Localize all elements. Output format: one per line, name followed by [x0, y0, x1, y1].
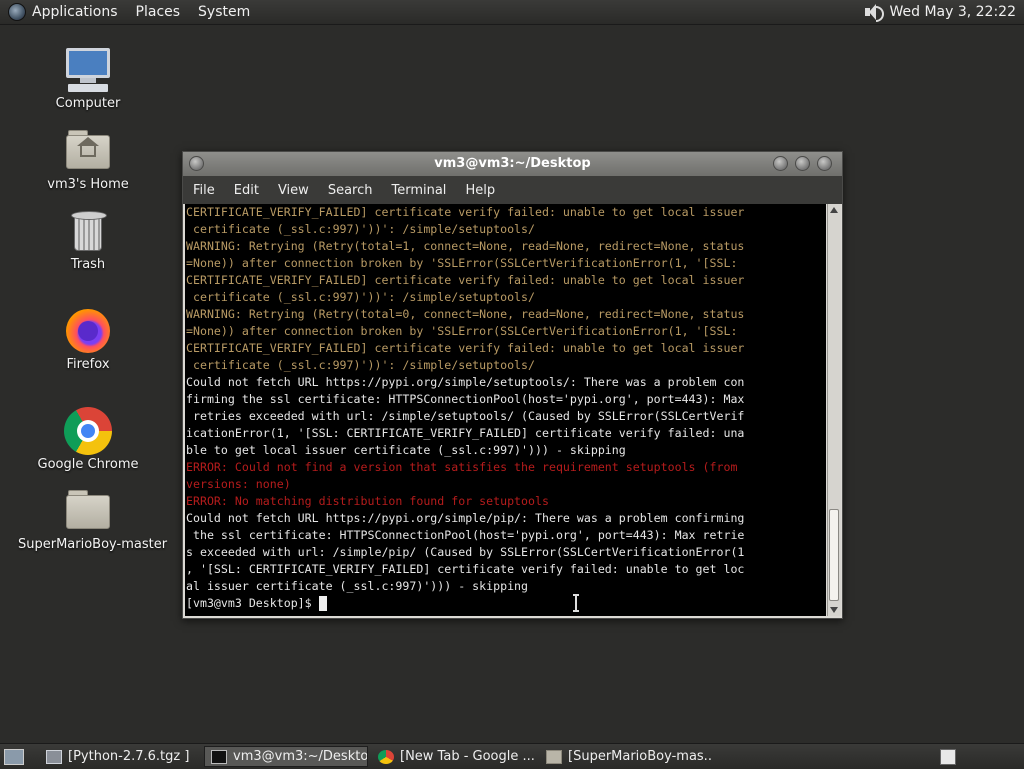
menu-file[interactable]: File: [193, 183, 215, 198]
terminal-scrollbar[interactable]: [827, 204, 841, 616]
top-panel: Applications Places System Wed May 3, 22…: [0, 0, 1024, 25]
terminal-line: certificate (_ssl.c:997)'))': /simple/se…: [186, 358, 536, 372]
home-folder-icon: [64, 127, 112, 175]
terminal-menubar: File Edit View Search Terminal Help: [183, 176, 842, 204]
desktop-icon-computer[interactable]: Computer: [18, 46, 158, 111]
places-menu[interactable]: Places: [136, 4, 181, 20]
terminal-icon: [211, 749, 227, 764]
minimize-button[interactable]: [773, 156, 788, 171]
task-chrome[interactable]: [New Tab - Google ...: [372, 746, 536, 767]
terminal-line: WARNING: Retrying (Retry(total=0, connec…: [186, 307, 745, 321]
terminal-line: the ssl certificate: HTTPSConnectionPool…: [186, 528, 745, 542]
terminal-line: =None)) after connection broken by 'SSLE…: [186, 324, 738, 338]
terminal-line: Could not fetch URL https://pypi.org/sim…: [186, 511, 745, 525]
terminal-line: CERTIFICATE_VERIFY_FAILED] certificate v…: [186, 205, 745, 219]
window-menu-button[interactable]: [189, 156, 204, 171]
terminal-lines: CERTIFICATE_VERIFY_FAILED] certificate v…: [185, 204, 826, 595]
terminal-line: versions: none): [186, 477, 291, 491]
terminal-line: ERROR: Could not find a version that sat…: [186, 460, 738, 474]
task-python-archive[interactable]: [Python-2.7.6.tgz ]: [40, 746, 200, 767]
clock[interactable]: Wed May 3, 22:22: [889, 4, 1016, 20]
desktop-icon-label: Firefox: [66, 357, 110, 372]
window-title: vm3@vm3:~/Desktop: [434, 156, 591, 171]
terminal-line: ble to get local issuer certificate (_ss…: [186, 443, 626, 457]
terminal-line: certificate (_ssl.c:997)'))': /simple/se…: [186, 290, 536, 304]
desktop-icon-firefox[interactable]: Firefox: [18, 307, 158, 372]
scrollbar-thumb[interactable]: [829, 509, 839, 601]
desktop-icon-home[interactable]: vm3's Home: [18, 127, 158, 192]
desktop-icon-chrome[interactable]: Google Chrome: [18, 407, 158, 472]
prompt-line[interactable]: [vm3@vm3 Desktop]$: [185, 595, 826, 612]
firefox-icon: [64, 307, 112, 355]
shell-prompt: [vm3@vm3 Desktop]$: [186, 596, 319, 610]
menu-view[interactable]: View: [278, 183, 309, 198]
desktop-icon-trash[interactable]: Trash: [18, 207, 158, 272]
desktop-icon-label: Computer: [55, 96, 121, 111]
terminal-line: icationError(1, '[SSL: CERTIFICATE_VERIF…: [186, 426, 745, 440]
task-label: [New Tab - Google ...: [400, 749, 535, 764]
desktop-icon-label: Google Chrome: [37, 457, 139, 472]
task-label: vm3@vm3:~/Desktop: [233, 749, 368, 764]
maximize-button[interactable]: [795, 156, 810, 171]
terminal-line: =None)) after connection broken by 'SSLE…: [186, 256, 738, 270]
task-label: [Python-2.7.6.tgz ]: [68, 749, 190, 764]
terminal-window[interactable]: vm3@vm3:~/Desktop File Edit View Search …: [182, 151, 843, 619]
text-cursor: [318, 596, 327, 611]
terminal-line: al issuer certificate (_ssl.c:997)'))) -…: [186, 579, 529, 593]
menu-terminal[interactable]: Terminal: [391, 183, 446, 198]
terminal-line: CERTIFICATE_VERIFY_FAILED] certificate v…: [186, 273, 745, 287]
window-titlebar[interactable]: vm3@vm3:~/Desktop: [183, 152, 842, 176]
close-button[interactable]: [817, 156, 832, 171]
gnome-menu-icon[interactable]: [8, 3, 26, 21]
desktop-icon-supermarioboy[interactable]: SuperMarioBoy-master: [18, 487, 168, 552]
ibeam-cursor-icon: [573, 594, 579, 612]
menu-search[interactable]: Search: [328, 183, 373, 198]
chrome-icon: [378, 749, 394, 764]
trash-icon: [64, 207, 112, 255]
show-desktop-icon[interactable]: [4, 748, 24, 765]
volume-icon[interactable]: [863, 3, 885, 22]
scroll-up-arrow-icon[interactable]: [830, 207, 838, 213]
menu-edit[interactable]: Edit: [234, 183, 259, 198]
task-terminal[interactable]: vm3@vm3:~/Desktop: [204, 746, 368, 767]
terminal-line: ERROR: No matching distribution found fo…: [186, 494, 549, 508]
terminal-line: retries exceeded with url: /simple/setup…: [186, 409, 745, 423]
terminal-output[interactable]: CERTIFICATE_VERIFY_FAILED] certificate v…: [185, 204, 826, 616]
menu-help[interactable]: Help: [465, 183, 495, 198]
scroll-down-arrow-icon[interactable]: [830, 607, 838, 613]
bottom-panel: [Python-2.7.6.tgz ] vm3@vm3:~/Desktop [N…: [0, 743, 1024, 769]
terminal-line: , '[SSL: CERTIFICATE_VERIFY_FAILED] cert…: [186, 562, 745, 576]
task-supermarioboy[interactable]: [SuperMarioBoy-mas...: [540, 746, 712, 767]
terminal-line: Could not fetch URL https://pypi.org/sim…: [186, 375, 745, 389]
folder-icon: [64, 487, 112, 535]
archive-icon: [46, 749, 62, 764]
desktop-icon-label: vm3's Home: [47, 177, 129, 192]
applications-menu[interactable]: Applications: [32, 4, 118, 20]
task-label: [SuperMarioBoy-mas...: [568, 749, 712, 764]
desktop-icon-label: Trash: [70, 257, 106, 272]
chrome-icon: [64, 407, 112, 455]
folder-icon: [546, 749, 562, 764]
terminal-line: firming the ssl certificate: HTTPSConnec…: [186, 392, 745, 406]
desktop-icon-label: SuperMarioBoy-master: [18, 537, 168, 552]
system-menu[interactable]: System: [198, 4, 250, 20]
workspace-switcher-icon[interactable]: [940, 749, 956, 765]
terminal-line: certificate (_ssl.c:997)'))': /simple/se…: [186, 222, 536, 236]
terminal-line: WARNING: Retrying (Retry(total=1, connec…: [186, 239, 745, 253]
computer-icon: [64, 46, 112, 94]
terminal-line: s exceeded with url: /simple/pip/ (Cause…: [186, 545, 745, 559]
terminal-line: CERTIFICATE_VERIFY_FAILED] certificate v…: [186, 341, 745, 355]
